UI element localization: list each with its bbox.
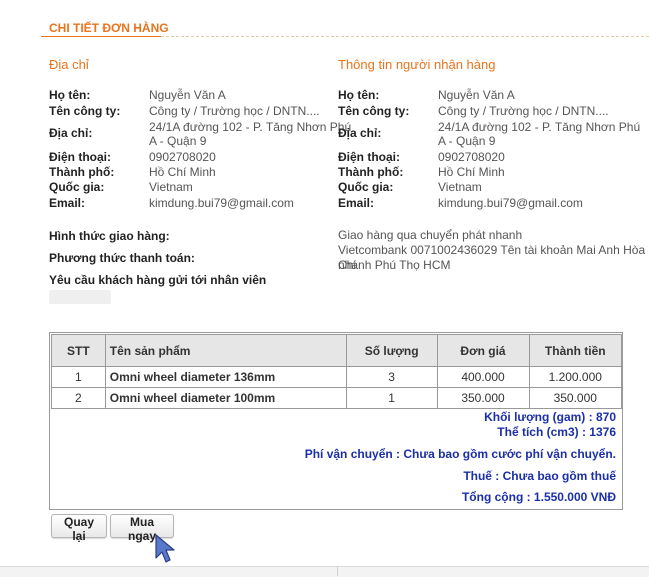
row-unit-price: 400.000 <box>436 366 530 388</box>
billing-country: Vietnam <box>149 180 193 194</box>
header-unit-price: Đơn giá <box>436 334 530 367</box>
billing-city: Hồ Chí Minh <box>149 165 216 179</box>
back-button[interactable]: Quay lại <box>51 514 107 543</box>
summary-tax: Thuế : Chưa bao gồm thuế <box>463 469 616 483</box>
header-line-total: Thành tiền <box>528 334 623 367</box>
recipient-country: Vietnam <box>438 180 482 194</box>
header-product-name: Tên sản phẩm <box>104 334 347 367</box>
order-table: STT Tên sản phẩm Số lượng Đơn giá Thành … <box>51 334 623 409</box>
row-quantity: 3 <box>345 366 438 388</box>
recipient-email-label: Email: <box>338 196 375 210</box>
recipient-address-line2: A - Quận 9 <box>438 134 496 148</box>
billing-name-label: Họ tên: <box>49 88 91 102</box>
billing-company: Công ty / Trường học / DNTN.... <box>149 104 320 118</box>
row-stt: 1 <box>51 366 106 388</box>
recipient-heading: Thông tin người nhận hàng <box>338 57 496 72</box>
header-stt: STT <box>51 334 106 367</box>
billing-country-label: Quốc gia: <box>49 180 105 194</box>
billing-phone-label: Điện thoại: <box>49 150 111 164</box>
recipient-phone-label: Điện thoại: <box>338 150 400 164</box>
table-row: 2 Omni wheel diameter 100mm 1 350.000 35… <box>51 387 623 409</box>
mouse-pointer-icon <box>155 534 175 563</box>
recipient-email: kimdung.bui79@gmail.com <box>438 196 583 210</box>
shipping-method-value: Giao hàng qua chuyển phát nhanh <box>338 228 523 242</box>
recipient-phone: 0902708020 <box>438 150 505 164</box>
payment-method-label: Phương thức thanh toán: <box>49 251 195 265</box>
billing-address-line1: 24/1A đường 102 - P. Tăng Nhơn Phú <box>149 120 352 134</box>
row-product-name: Omni wheel diameter 136mm <box>104 366 347 388</box>
recipient-company-label: Tên công ty: <box>338 104 410 118</box>
row-line-total: 350.000 <box>528 387 623 409</box>
row-unit-price: 350.000 <box>436 387 530 409</box>
recipient-address-line1: 24/1A đường 102 - P. Tăng Nhơn Phú <box>438 120 641 134</box>
billing-address-label: Địa chỉ: <box>49 126 93 140</box>
billing-email-label: Email: <box>49 196 86 210</box>
billing-name: Nguyễn Văn A <box>149 88 226 102</box>
shipping-method-label: Hình thức giao hàng: <box>49 229 170 243</box>
summary-volume: Thể tích (cm3) : 1376 <box>497 425 616 439</box>
billing-city-label: Thành phố: <box>49 165 115 179</box>
summary-total: Tổng cộng : 1.550.000 VNĐ <box>461 490 616 504</box>
billing-company-label: Tên công ty: <box>49 104 121 118</box>
bottom-divider <box>337 566 338 576</box>
row-quantity: 1 <box>345 387 438 409</box>
recipient-country-label: Quốc gia: <box>338 180 394 194</box>
summary-shipping-fee: Phí vận chuyển : Chưa bao gồm cước phí v… <box>304 447 616 461</box>
request-placeholder <box>49 290 111 304</box>
table-header-row: STT Tên sản phẩm Số lượng Đơn giá Thành … <box>51 334 623 367</box>
section-divider-accent <box>41 36 161 37</box>
recipient-name: Nguyễn Văn A <box>438 88 515 102</box>
section-title: CHI TIẾT ĐƠN HÀNG <box>49 21 169 35</box>
row-line-total: 1.200.000 <box>528 366 623 388</box>
billing-phone: 0902708020 <box>149 150 216 164</box>
recipient-name-label: Họ tên: <box>338 88 380 102</box>
billing-email: kimdung.bui79@gmail.com <box>149 196 294 210</box>
recipient-city-label: Thành phố: <box>338 165 404 179</box>
summary-weight: Khối lượng (gam) : 870 <box>484 410 616 424</box>
billing-heading: Địa chỉ <box>49 57 89 72</box>
bottom-bar <box>0 566 649 577</box>
table-row: 1 Omni wheel diameter 136mm 3 400.000 1.… <box>51 366 623 388</box>
recipient-address-label: Địa chỉ: <box>338 126 382 140</box>
row-product-name: Omni wheel diameter 100mm <box>104 387 347 409</box>
recipient-city: Hồ Chí Minh <box>438 165 505 179</box>
customer-request-label: Yêu cầu khách hàng gửi tới nhân viên <box>49 273 267 287</box>
billing-address-line2: A - Quận 9 <box>149 134 207 148</box>
row-stt: 2 <box>51 387 106 409</box>
recipient-company: Công ty / Trường học / DNTN.... <box>438 104 609 118</box>
payment-method-value-line2: nhánh Phú Thọ HCM <box>338 258 451 272</box>
header-quantity: Số lượng <box>345 334 438 367</box>
